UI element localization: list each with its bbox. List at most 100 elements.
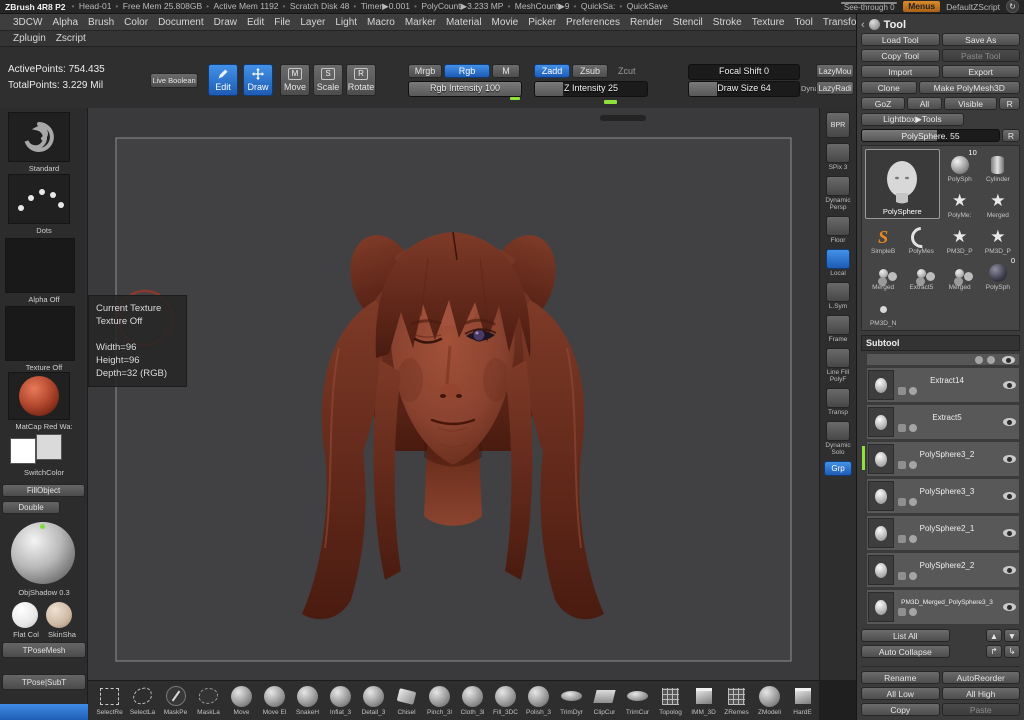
focal-shift-slider[interactable]: Focal Shift 0 [688,64,800,80]
m-button[interactable]: M [492,64,520,78]
tool-thumbnail-polyme[interactable]: PolyMe: [942,185,978,219]
canvas-grip-handle[interactable] [600,115,646,121]
menu-macro[interactable]: Macro [362,17,400,28]
frame-icon[interactable] [826,315,850,335]
skin-shade-sphere[interactable] [46,602,72,628]
menu-document[interactable]: Document [153,17,209,28]
tool-thumbnail-pm3d-p[interactable]: PM3D_P [942,221,978,255]
brush-snakeh[interactable]: SnakeH [291,684,324,716]
menu-render[interactable]: Render [625,17,668,28]
goz-visible-button[interactable]: Visible [944,97,997,110]
shelf-transp[interactable]: Transp [826,388,850,416]
menu-marker[interactable]: Marker [400,17,441,28]
subtool-item-extract14[interactable]: Extract14 [866,367,1020,403]
viewport-canvas[interactable] [88,108,819,680]
draw-button[interactable]: Draw [243,64,273,96]
lazy-mouse-button[interactable]: LazyMou [816,64,854,78]
zadd-button[interactable]: Zadd [534,64,570,78]
brush-inflat-3[interactable]: Inflat_3 [324,684,357,716]
transp-icon[interactable] [826,388,850,408]
current-brush-thumbnail[interactable] [8,112,70,162]
menu-stencil[interactable]: Stencil [668,17,708,28]
brush-selectre[interactable]: SelectRe [93,684,126,716]
tool-thumbnail-cylinder[interactable]: Cylinder [980,149,1016,183]
brush-harde[interactable]: HardE [786,684,819,716]
edit-button[interactable]: Edit [208,64,238,96]
menu-zplugin[interactable]: Zplugin [8,33,51,44]
collapse-chevron-icon[interactable]: ‹ [861,19,865,31]
lightbox-tools-button[interactable]: Lightbox▶Tools [861,113,964,126]
goz-r-button[interactable]: R [999,97,1020,110]
subtool-down-button[interactable]: ▼ [1004,629,1020,642]
menu-preferences[interactable]: Preferences [561,17,625,28]
menu-stroke[interactable]: Stroke [708,17,747,28]
auto-collapse-button[interactable]: Auto Collapse [861,645,950,658]
menu-draw[interactable]: Draw [209,17,242,28]
shelf-dynamic-persp[interactable]: Dynamic Persp [821,176,855,211]
export-button[interactable]: Export [942,65,1021,78]
rename-button[interactable]: Rename [861,671,940,684]
shelf-spix-3[interactable]: SPix 3 [826,143,850,171]
subtool-item-extract5[interactable]: Extract5 [866,404,1020,440]
rgb-button[interactable]: Rgb [444,64,490,78]
tool-thumbnail-pm3d-p[interactable]: PM3D_P [980,221,1016,255]
current-alpha-thumbnail[interactable] [5,238,75,293]
spix-3-icon[interactable] [826,143,850,163]
menu-movie[interactable]: Movie [487,17,524,28]
double-button[interactable]: Double [2,501,60,514]
subtool-item-polysphere3-2[interactable]: PolySphere3_2 [866,441,1020,477]
projection-master-button[interactable] [0,704,88,720]
brush-trimcur[interactable]: TrimCur [621,684,654,716]
brush-fill-3dc[interactable]: Fill_3DC [489,684,522,716]
visibility-eye-icon[interactable] [1003,492,1016,500]
z-intensity-slider[interactable]: Z Intensity 25 [534,81,648,97]
visibility-eye-icon[interactable] [1003,455,1016,463]
menu-tool[interactable]: Tool [789,17,817,28]
mrgb-button[interactable]: Mrgb [408,64,442,78]
subtool-duplicate-button[interactable]: ↱ [986,645,1002,658]
zsub-button[interactable]: Zsub [572,64,608,78]
clone-button[interactable]: Clone [861,81,917,94]
visibility-eye-icon[interactable] [1003,529,1016,537]
dynamic-persp-icon[interactable] [826,176,850,196]
load-tool-button[interactable]: Load Tool [861,33,940,46]
brush-clipcur[interactable]: ClipCur [588,684,621,716]
visibility-eye-icon[interactable] [1002,356,1015,364]
paste-subtool-button[interactable]: Paste [942,703,1021,716]
brush-zmodeli[interactable]: ZModeli [753,684,786,716]
visibility-eye-icon[interactable] [1003,566,1016,574]
list-all-button[interactable]: List All [861,629,950,642]
inventory-r-button[interactable]: R [1002,129,1020,142]
menu-layer[interactable]: Layer [295,17,330,28]
subtool-item-pm3d-merged-polysphere3-3[interactable]: PM3D_Merged_PolySphere3_3 [866,589,1020,625]
tool-thumbnail-pm3d-n[interactable]: PM3D_N [865,293,901,327]
brush-chisel[interactable]: Chisel [390,684,423,716]
menu-zscript[interactable]: Zscript [51,33,91,44]
menu-brush[interactable]: Brush [83,17,119,28]
dynamic-solo-icon[interactable] [826,421,850,441]
paste-tool-button[interactable]: Paste Tool [942,49,1021,62]
subtool-item-polysphere2-1[interactable]: PolySphere2_1 [866,515,1020,551]
restore-configuration-icon[interactable]: ↻ [1006,0,1019,13]
tool-thumbnail-merged[interactable]: Merged [980,185,1016,219]
brush-selectla[interactable]: SelectLa [126,684,159,716]
tool-inventory-slider[interactable]: PolySphere. 55 [861,129,1000,142]
see-through-slider[interactable]: See-through 0 [841,2,897,11]
bpr-icon[interactable]: BPR [826,112,850,138]
menu-picker[interactable]: Picker [523,17,561,28]
visibility-eye-icon[interactable] [1003,381,1016,389]
subtool-append-button[interactable]: ↳ [1004,645,1020,658]
shelf-button-grp[interactable]: Grp [824,461,851,476]
visibility-eye-icon[interactable] [1003,418,1016,426]
brush-move-el[interactable]: Move El [258,684,291,716]
draw-size-slider[interactable]: Draw Size 64 [688,81,800,97]
shelf-bpr[interactable]: BPR [826,112,850,138]
line-fill-polyf-icon[interactable] [826,348,850,368]
brush-move[interactable]: Move [225,684,258,716]
tool-thumbnail-polysph[interactable]: 10PolySph [942,149,978,183]
rgb-intensity-slider[interactable]: Rgb Intensity 100 [408,81,522,97]
switch-color-label[interactable]: SwitchColor [0,468,88,477]
scale-button[interactable]: S Scale [313,64,343,96]
l-sym-icon[interactable] [826,282,850,302]
subtool-up-button[interactable]: ▲ [986,629,1002,642]
